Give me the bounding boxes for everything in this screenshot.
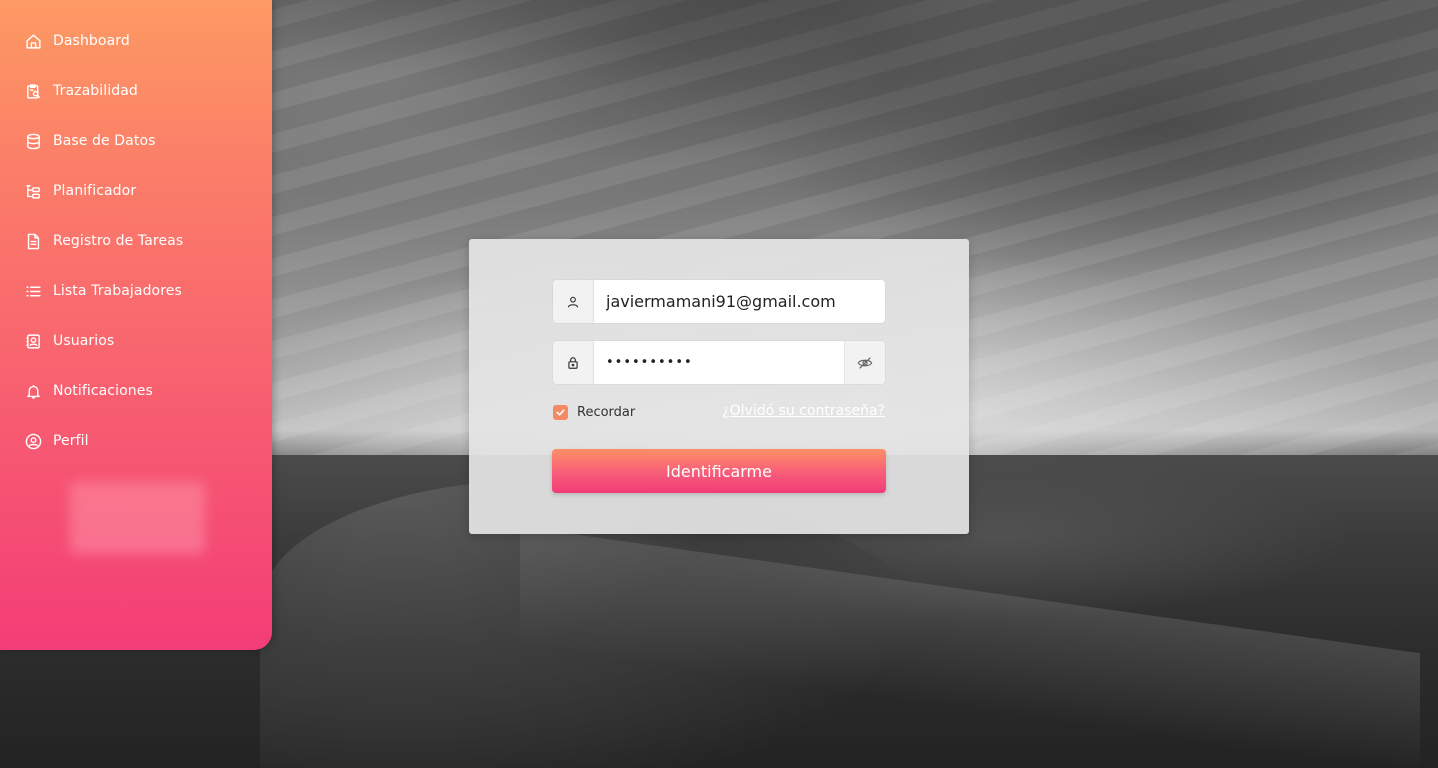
sidebar-nav: Dashboard Trazabilidad Base de Datos Pla… (0, 0, 272, 466)
remember-label: Recordar (577, 405, 636, 420)
sidebar-item-perfil[interactable]: Perfil (0, 416, 272, 466)
sidebar-item-base-de-datos[interactable]: Base de Datos (0, 116, 272, 166)
sidebar-item-label: Trazabilidad (53, 83, 138, 99)
sidebar-item-notificaciones[interactable]: Notificaciones (0, 366, 272, 416)
sidebar-item-label: Planificador (53, 183, 137, 199)
contacts-icon (24, 332, 42, 350)
bell-icon (24, 382, 42, 400)
sidebar-item-label: Perfil (53, 433, 89, 449)
clipboard-search-icon (24, 82, 42, 100)
remember-row: Recordar (553, 405, 635, 420)
email-field-group (553, 280, 885, 323)
list-icon (24, 282, 42, 300)
user-circle-icon (24, 432, 42, 450)
email-input[interactable] (594, 280, 885, 323)
sidebar-item-usuarios[interactable]: Usuarios (0, 316, 272, 366)
sidebar-item-dashboard[interactable]: Dashboard (0, 16, 272, 66)
database-icon (24, 132, 42, 150)
sidebar-item-trazabilidad[interactable]: Trazabilidad (0, 66, 272, 116)
sidebar-item-registro-de-tareas[interactable]: Registro de Tareas (0, 216, 272, 266)
password-field-group (553, 341, 885, 384)
sidebar-item-label: Usuarios (53, 333, 115, 349)
sidebar-item-label: Notificaciones (53, 383, 153, 399)
remember-checkbox[interactable] (553, 405, 568, 420)
app-viewport: Dashboard Trazabilidad Base de Datos Pla… (0, 0, 1438, 768)
tree-list-icon (24, 182, 42, 200)
forgot-password-link[interactable]: ¿Olvidó su contraseña? (722, 403, 885, 419)
lock-icon (553, 341, 594, 384)
sidebar-item-planificador[interactable]: Planificador (0, 166, 272, 216)
sidebar-item-label: Dashboard (53, 33, 130, 49)
home-icon (24, 32, 42, 50)
sidebar-item-label: Lista Trabajadores (53, 283, 182, 299)
user-icon (553, 280, 594, 323)
login-button[interactable]: Identificarme (552, 449, 886, 493)
sidebar-item-label: Base de Datos (53, 133, 156, 149)
eye-off-icon[interactable] (844, 341, 885, 384)
sidebar: Dashboard Trazabilidad Base de Datos Pla… (0, 0, 272, 650)
sidebar-item-label: Registro de Tareas (53, 233, 184, 249)
password-input[interactable] (594, 341, 844, 384)
sidebar-item-lista-trabajadores[interactable]: Lista Trabajadores (0, 266, 272, 316)
sidebar-logo-placeholder (70, 482, 205, 554)
login-card: Recordar ¿Olvidó su contraseña? Identifi… (469, 239, 969, 534)
document-icon (24, 232, 42, 250)
